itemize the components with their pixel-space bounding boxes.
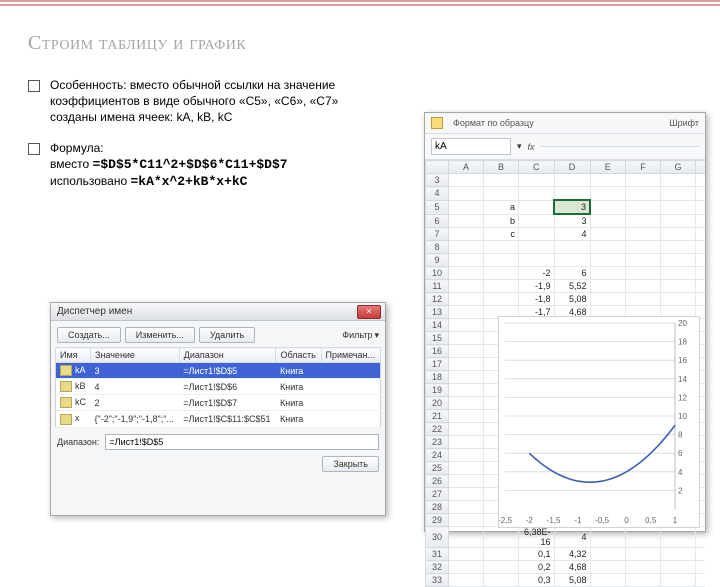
- col-range[interactable]: Диапазон: [179, 348, 276, 363]
- table-row[interactable]: x{"-2";"-1,9";"-1,8";"...=Лист1!$C$11:$C…: [56, 411, 381, 427]
- svg-text:6: 6: [678, 449, 683, 458]
- svg-text:18: 18: [678, 338, 687, 347]
- svg-text:-1: -1: [574, 516, 582, 525]
- bullet-icon: [28, 143, 40, 155]
- name-box-row: ▾ fx: [425, 134, 705, 160]
- filter-button[interactable]: Фильтр ▾: [342, 330, 379, 341]
- name-box-dropdown-icon[interactable]: ▾: [517, 141, 522, 152]
- create-button[interactable]: Создать...: [57, 327, 121, 343]
- svg-text:1: 1: [673, 516, 678, 525]
- svg-text:0,5: 0,5: [645, 516, 657, 525]
- chart-area: 2 4 6 8 10 12 14 16 18 20 -2,5 -2 -1,5 -1 -0,5 0 0,5 1: [498, 316, 700, 528]
- col-scope[interactable]: Область: [276, 348, 321, 363]
- bullet-list: Особенность: вместо обычной ссылки на зн…: [28, 77, 388, 191]
- col-note[interactable]: Примечан...: [321, 348, 381, 363]
- table-row[interactable]: kB4=Лист1!$D$6Книга: [56, 379, 381, 395]
- window-titlebar[interactable]: Диспетчер имен ×: [51, 303, 385, 321]
- page-title: Строим таблицу и график: [28, 32, 692, 55]
- name-box[interactable]: [431, 138, 511, 155]
- svg-text:10: 10: [678, 412, 687, 421]
- names-table[interactable]: Имя Значение Диапазон Область Примечан..…: [55, 347, 381, 428]
- svg-text:2: 2: [678, 486, 683, 495]
- window-title: Диспетчер имен: [57, 306, 132, 317]
- bullet-text: Особенность: вместо обычной ссылки на зн…: [50, 77, 388, 126]
- table-row[interactable]: kC2=Лист1!$D$7Книга: [56, 395, 381, 411]
- fx-icon[interactable]: fx: [528, 142, 535, 152]
- svg-text:14: 14: [678, 375, 687, 384]
- reference-label: Диапазон:: [57, 437, 99, 447]
- toolbar: Создать... Изменить... Удалить Фильтр ▾: [51, 321, 385, 347]
- table-row[interactable]: kA3=Лист1!$D$5Книга: [56, 363, 381, 379]
- svg-text:8: 8: [678, 431, 683, 440]
- bullet-text: Формула: вместо =$D$5*C11^2+$D$6*C11+$D$…: [50, 140, 288, 191]
- reference-row: Диапазон:: [51, 428, 385, 450]
- svg-text:4: 4: [678, 468, 683, 477]
- svg-text:20: 20: [678, 319, 687, 328]
- reference-input[interactable]: [105, 434, 379, 450]
- ribbon-group-label: Шрифт: [669, 118, 699, 128]
- list-item: Формула: вместо =$D$5*C11^2+$D$6*C11+$D$…: [28, 140, 388, 191]
- svg-text:-0,5: -0,5: [595, 516, 609, 525]
- edit-button[interactable]: Изменить...: [125, 327, 195, 343]
- format-painter-label[interactable]: Формат по образцу: [453, 118, 534, 128]
- delete-button[interactable]: Удалить: [199, 327, 255, 343]
- bullet-icon: [28, 80, 40, 92]
- svg-text:-1,5: -1,5: [547, 516, 561, 525]
- svg-text:0: 0: [624, 516, 629, 525]
- format-painter-icon[interactable]: [431, 117, 443, 129]
- close-icon[interactable]: ×: [357, 305, 381, 319]
- close-button[interactable]: Закрыть: [322, 456, 379, 472]
- col-name[interactable]: Имя: [56, 348, 91, 363]
- svg-text:12: 12: [678, 393, 687, 402]
- list-item: Особенность: вместо обычной ссылки на зн…: [28, 77, 388, 126]
- col-value[interactable]: Значение: [91, 348, 180, 363]
- svg-text:16: 16: [678, 356, 687, 365]
- name-manager-window: Диспетчер имен × Создать... Изменить... …: [50, 302, 386, 516]
- ribbon-clipboard: Формат по образцу Шрифт: [425, 113, 705, 134]
- svg-text:-2,5: -2,5: [499, 516, 512, 525]
- svg-text:-2: -2: [526, 516, 534, 525]
